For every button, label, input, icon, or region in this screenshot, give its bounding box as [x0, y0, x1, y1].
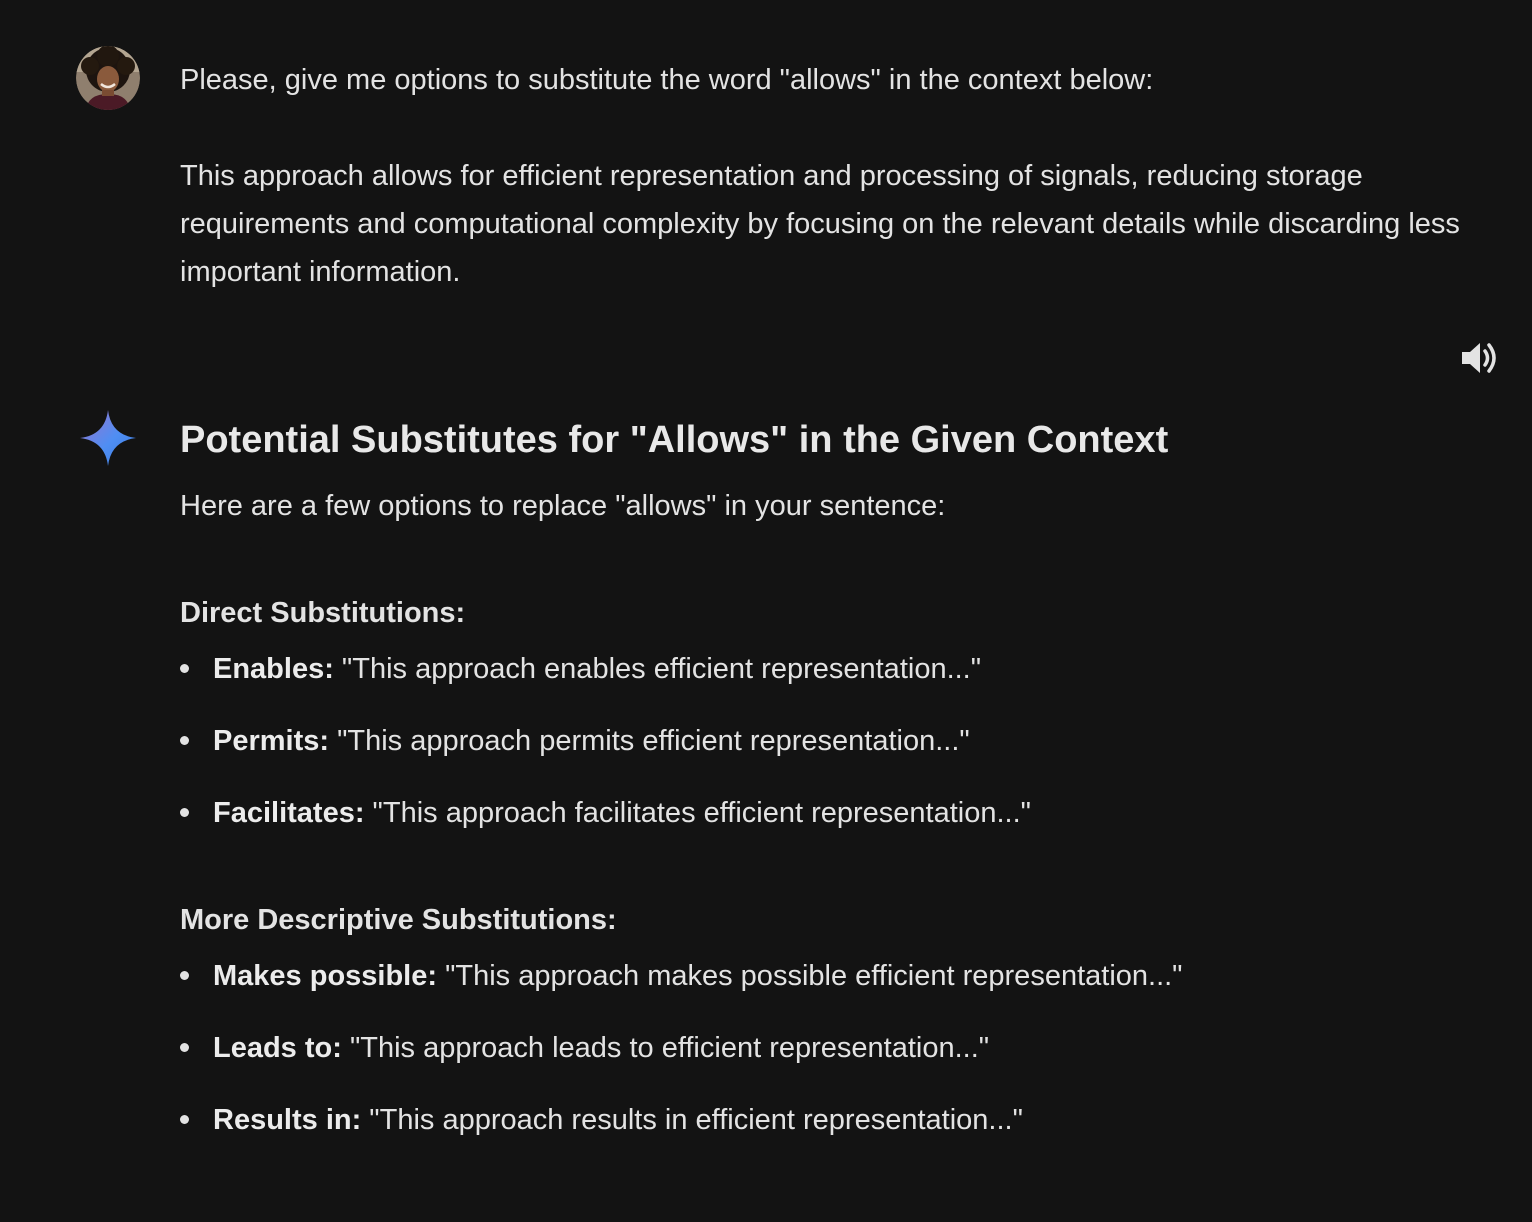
bullet-icon — [180, 1115, 189, 1124]
speaker-icon[interactable] — [1458, 336, 1502, 380]
list-item: Makes possible: "This approach makes pos… — [180, 956, 1480, 996]
list-item: Enables: "This approach enables efficien… — [180, 649, 1480, 689]
direct-substitutions-list: Enables: "This approach enables efficien… — [180, 649, 1480, 833]
list-item-example: "This approach leads to efficient repres… — [341, 1032, 990, 1064]
assistant-response: Potential Substitutes for "Allows" in th… — [180, 412, 1480, 1140]
list-item-example: "This approach results in efficient repr… — [361, 1104, 1023, 1136]
user-prompt: Please, give me options to substitute th… — [180, 56, 1470, 296]
bullet-icon — [180, 1043, 189, 1052]
response-title: Potential Substitutes for "Allows" in th… — [180, 419, 1169, 461]
list-item-term: Makes possible: — [213, 960, 438, 992]
list-item-example: "This approach makes possible efficient … — [437, 960, 1183, 992]
bullet-icon — [180, 664, 189, 673]
list-item: Permits: "This approach permits efficien… — [180, 721, 1480, 761]
section-heading-descriptive: More Descriptive Substitutions: — [180, 904, 617, 936]
list-item: Facilitates: "This approach facilitates … — [180, 793, 1480, 833]
user-avatar[interactable] — [76, 46, 140, 110]
list-item-term: Facilitates: — [213, 797, 365, 829]
list-item: Leads to: "This approach leads to effici… — [180, 1028, 1480, 1068]
list-item-example: "This approach permits efficient represe… — [329, 725, 970, 757]
list-item: Results in: "This approach results in ef… — [180, 1100, 1480, 1140]
bullet-icon — [180, 808, 189, 817]
list-item-term: Results in: — [213, 1104, 362, 1136]
response-intro: Here are a few options to replace "allow… — [180, 490, 946, 522]
descriptive-substitutions-list: Makes possible: "This approach makes pos… — [180, 956, 1480, 1140]
section-heading-direct: Direct Substitutions: — [180, 597, 466, 629]
list-item-term: Enables: — [213, 653, 334, 685]
list-item-example: "This approach facilitates efficient rep… — [364, 797, 1031, 829]
list-item-example: "This approach enables efficient represe… — [333, 653, 982, 685]
user-prompt-context: This approach allows for efficient repre… — [180, 160, 1460, 288]
list-item-term: Leads to: — [213, 1032, 342, 1064]
bullet-icon — [180, 971, 189, 980]
list-item-term: Permits: — [213, 725, 330, 757]
gemini-spark-icon — [78, 408, 138, 468]
bullet-icon — [180, 736, 189, 745]
user-prompt-line: Please, give me options to substitute th… — [180, 64, 1154, 96]
